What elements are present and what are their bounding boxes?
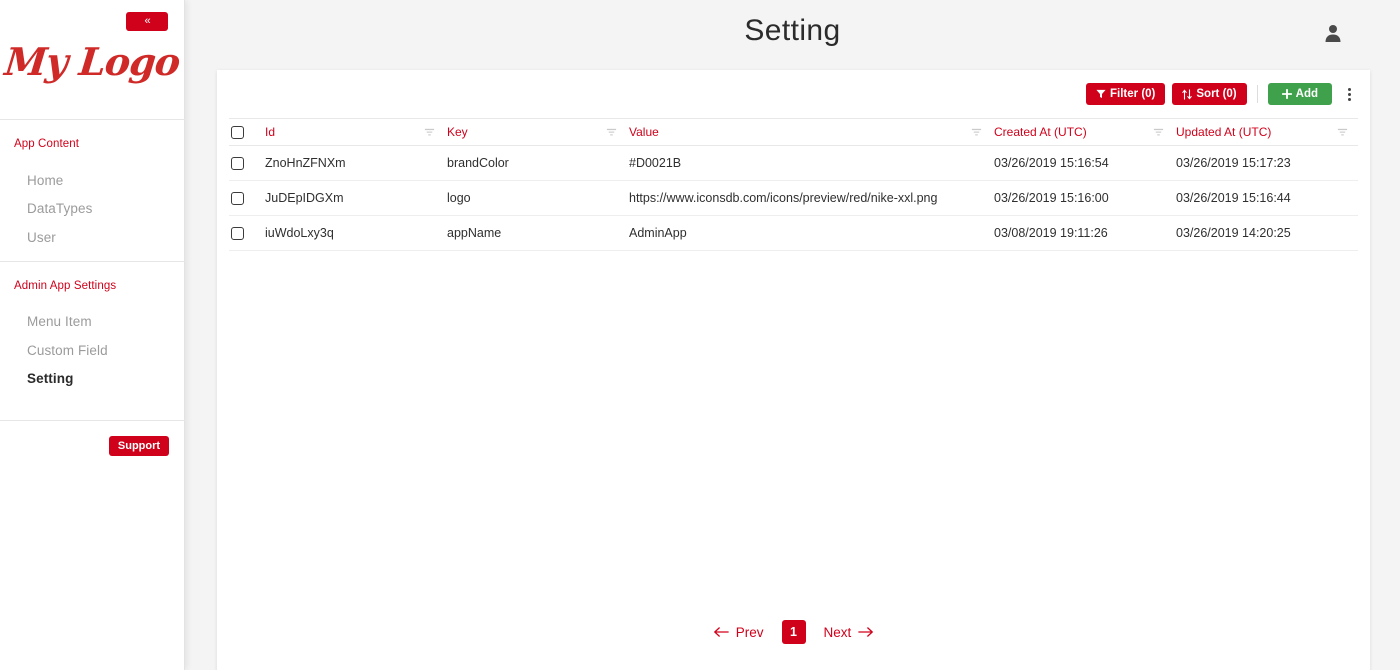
sidebar-item-setting[interactable]: Setting xyxy=(27,371,73,386)
user-icon xyxy=(1325,25,1341,42)
cell-key: brandColor xyxy=(445,145,627,181)
sidebar: « My Logo App Content Home DataTypes Use… xyxy=(0,0,185,670)
table-row[interactable]: iuWdoLxy3q appName AdminApp 03/08/2019 1… xyxy=(229,215,1358,251)
row-select-cell xyxy=(229,180,263,216)
sidebar-divider-2 xyxy=(0,261,185,262)
settings-table: Id Key Value Created At (UTC) Updated At… xyxy=(229,118,1358,251)
plus-icon xyxy=(1281,89,1292,99)
sort-button[interactable]: Sort (0) xyxy=(1172,83,1247,105)
row-checkbox[interactable] xyxy=(231,192,244,206)
more-vertical-icon-dot-2 xyxy=(1347,92,1351,96)
sidebar-item-datatypes[interactable]: DataTypes xyxy=(27,201,92,216)
sort-button-label: Sort (0) xyxy=(1196,88,1237,100)
row-select-cell xyxy=(229,145,263,181)
arrow-left-icon xyxy=(713,627,729,637)
column-header-updated-at[interactable]: Updated At (UTC) xyxy=(1174,118,1358,146)
sidebar-section-title-app-content: App Content xyxy=(14,138,80,150)
column-filter-icon-key[interactable] xyxy=(606,127,617,138)
pagination-prev-button[interactable]: Prev xyxy=(713,625,764,640)
column-header-updated-at-label: Updated At (UTC) xyxy=(1176,125,1272,139)
table-row[interactable]: ZnoHnZFNXm brandColor #D0021B 03/26/2019… xyxy=(229,145,1358,181)
page-title: Setting xyxy=(744,14,841,47)
sidebar-item-menu-item[interactable]: Menu Item xyxy=(27,314,92,329)
filter-button-label: Filter (0) xyxy=(1110,88,1156,100)
cell-created-at: 03/26/2019 15:16:54 xyxy=(992,145,1174,181)
pagination-next-label: Next xyxy=(823,624,852,640)
column-header-value-label: Value xyxy=(629,125,659,139)
row-select-cell xyxy=(229,215,263,251)
support-button[interactable]: Support xyxy=(109,436,169,456)
cell-value: https://www.iconsdb.com/icons/preview/re… xyxy=(627,180,992,216)
row-checkbox[interactable] xyxy=(231,157,244,171)
sidebar-divider-3 xyxy=(0,420,185,421)
cell-value: AdminApp xyxy=(627,215,992,251)
pagination: Prev 1 Next xyxy=(217,620,1370,644)
settings-card: Filter (0) Sort (0) Add Id Key Value Cre… xyxy=(217,70,1370,670)
column-header-created-at[interactable]: Created At (UTC) xyxy=(992,118,1174,146)
cell-key: appName xyxy=(445,215,627,251)
cell-created-at: 03/26/2019 15:16:00 xyxy=(992,180,1174,216)
pagination-next-button[interactable]: Next xyxy=(824,625,875,640)
sidebar-section-title-admin-app-settings: Admin App Settings xyxy=(14,280,117,292)
funnel-icon xyxy=(1096,89,1106,98)
more-vertical-icon-dot-3 xyxy=(1347,97,1351,101)
row-checkbox[interactable] xyxy=(231,227,244,241)
sort-arrows-icon xyxy=(1182,88,1193,100)
toolbar-separator xyxy=(1256,85,1258,103)
column-header-key[interactable]: Key xyxy=(445,118,627,146)
cell-key: logo xyxy=(445,180,627,216)
table-header: Id Key Value Created At (UTC) Updated At… xyxy=(229,118,1358,146)
chevron-double-left-icon: « xyxy=(144,15,150,27)
cell-created-at: 03/08/2019 19:11:26 xyxy=(992,215,1174,251)
table-header-row: Id Key Value Created At (UTC) Updated At… xyxy=(229,118,1358,146)
column-header-value[interactable]: Value xyxy=(627,118,992,146)
column-filter-icon-created-at[interactable] xyxy=(1153,127,1164,138)
add-button-label: Add xyxy=(1295,88,1318,100)
sidebar-collapse-button[interactable]: « xyxy=(126,12,168,31)
cell-id: iuWdoLxy3q xyxy=(263,215,445,251)
pagination-page-1[interactable]: 1 xyxy=(781,620,806,644)
sidebar-item-home[interactable]: Home xyxy=(27,173,63,188)
column-header-created-at-label: Created At (UTC) xyxy=(994,125,1087,139)
logo-text: My Logo xyxy=(2,39,183,84)
pagination-prev-label: Prev xyxy=(735,624,764,640)
add-button[interactable]: Add xyxy=(1267,83,1332,105)
more-vertical-icon-dot-1 xyxy=(1347,87,1351,91)
column-filter-icon-value[interactable] xyxy=(971,127,982,138)
cell-id: JuDEpIDGXm xyxy=(263,180,445,216)
more-options-button[interactable] xyxy=(1340,83,1358,105)
filter-button[interactable]: Filter (0) xyxy=(1086,83,1166,105)
sidebar-item-user[interactable]: User xyxy=(27,230,56,245)
arrow-right-icon xyxy=(858,627,874,637)
table-body: ZnoHnZFNXm brandColor #D0021B 03/26/2019… xyxy=(229,145,1358,251)
sidebar-item-custom-field[interactable]: Custom Field xyxy=(27,343,108,358)
sidebar-divider-1 xyxy=(0,119,185,120)
cell-id: ZnoHnZFNXm xyxy=(263,145,445,181)
table-row[interactable]: JuDEpIDGXm logo https://www.iconsdb.com/… xyxy=(229,180,1358,216)
cell-value: #D0021B xyxy=(627,145,992,181)
cell-updated-at: 03/26/2019 15:17:23 xyxy=(1174,145,1358,181)
column-header-id-label: Id xyxy=(265,125,276,139)
select-all-checkbox[interactable] xyxy=(231,126,244,140)
table-toolbar: Filter (0) Sort (0) Add xyxy=(1086,82,1358,106)
user-avatar-button[interactable] xyxy=(1322,22,1344,44)
logo: My Logo xyxy=(0,39,185,84)
cell-updated-at: 03/26/2019 15:16:44 xyxy=(1174,180,1358,216)
column-filter-icon-updated-at[interactable] xyxy=(1337,127,1348,138)
cell-updated-at: 03/26/2019 14:20:25 xyxy=(1174,215,1358,251)
column-header-id[interactable]: Id xyxy=(263,118,445,146)
column-filter-icon-id[interactable] xyxy=(424,127,435,138)
select-all-header-cell xyxy=(229,118,263,146)
column-header-key-label: Key xyxy=(447,125,468,139)
